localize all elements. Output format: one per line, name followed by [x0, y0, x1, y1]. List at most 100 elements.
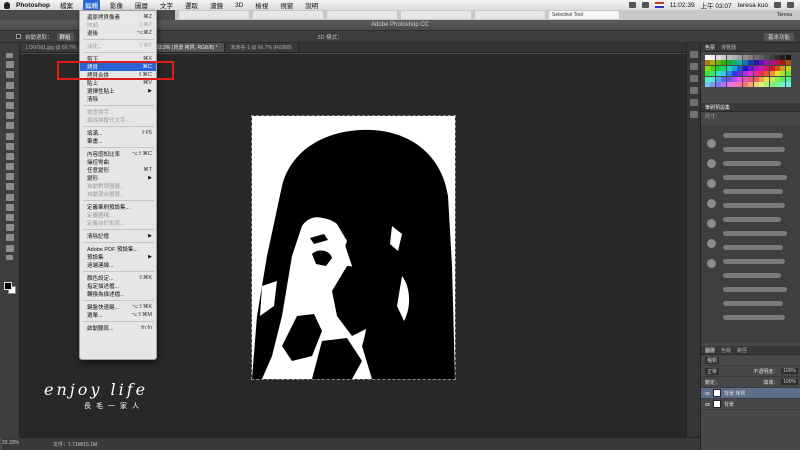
color-swatch[interactable] — [748, 71, 754, 77]
type-tool-icon[interactable] — [5, 203, 14, 211]
color-swatch[interactable] — [780, 71, 786, 77]
color-swatch[interactable] — [769, 55, 775, 60]
clock[interactable]: 11:02:39 — [670, 2, 695, 9]
color-swatch[interactable] — [705, 60, 710, 66]
color-swatch[interactable] — [737, 71, 743, 77]
color-swatch[interactable] — [710, 71, 716, 77]
edit-menu-item[interactable]: 定義筆刷預設集... — [80, 203, 156, 211]
clone-stamp-tool-icon[interactable] — [5, 132, 14, 140]
color-swatch[interactable] — [748, 81, 754, 87]
color-swatch[interactable] — [775, 71, 781, 77]
color-swatch[interactable] — [775, 55, 781, 60]
menu-select[interactable]: 選取 — [183, 0, 200, 10]
color-swatch[interactable] — [737, 65, 743, 71]
menu-edit[interactable]: 編輯 — [82, 0, 100, 10]
app-menu-photoshop[interactable]: Photoshop — [16, 2, 50, 9]
color-swatch[interactable] — [705, 65, 710, 71]
color-swatch[interactable] — [737, 55, 743, 60]
menu-help[interactable]: 說明 — [303, 0, 320, 10]
color-swatch[interactable] — [775, 60, 781, 66]
edit-menu-item[interactable]: 清除 — [80, 95, 156, 103]
tab-navigator[interactable]: 導覽器 — [721, 44, 736, 51]
brush-preset[interactable] — [707, 259, 716, 268]
list-icon[interactable] — [787, 2, 794, 8]
edit-menu-item[interactable]: 遠端連線... — [80, 261, 156, 269]
move-tool-icon[interactable] — [6, 53, 13, 58]
color-swatch[interactable] — [721, 55, 727, 60]
color-swatch[interactable] — [769, 71, 775, 77]
edit-menu-item[interactable]: 任意變形 ⌘T — [80, 166, 156, 174]
search-icon[interactable] — [774, 2, 781, 8]
tab-swatches[interactable]: 色票 — [705, 44, 715, 51]
color-swatch[interactable] — [737, 81, 743, 87]
color-swatch[interactable] — [715, 55, 721, 60]
color-swatch[interactable] — [726, 76, 732, 82]
gradient-tool-icon[interactable] — [5, 163, 14, 171]
opacity-input[interactable]: 100% — [781, 368, 798, 374]
brush-preset-list[interactable] — [701, 125, 800, 343]
color-swatch[interactable] — [710, 60, 716, 66]
brush-preset[interactable] — [707, 219, 716, 228]
brush-preset[interactable] — [723, 189, 783, 194]
paragraph-panel-icon[interactable] — [689, 87, 698, 94]
auto-select-checkbox[interactable] — [16, 34, 21, 39]
edit-menu-item[interactable]: 操控彎曲 — [80, 158, 156, 166]
fill-input[interactable]: 100% — [781, 379, 798, 385]
edit-menu-item[interactable]: Adobe PDF 預設集... — [80, 245, 156, 253]
color-swatch[interactable] — [715, 71, 721, 77]
pen-tool-icon[interactable] — [5, 193, 14, 201]
color-swatch[interactable] — [780, 60, 786, 66]
brush-preset[interactable] — [723, 259, 785, 264]
color-swatch[interactable] — [764, 60, 770, 66]
quick-select-tool-icon[interactable] — [5, 81, 14, 89]
menu-layer[interactable]: 圖層 — [133, 0, 150, 10]
color-swatch[interactable] — [758, 55, 764, 60]
color-swatch[interactable] — [726, 60, 732, 66]
color-swatch[interactable] — [769, 76, 775, 82]
zoom-level[interactable]: 33.33% — [2, 437, 20, 450]
edit-menu-item[interactable]: 鍵盤快速鍵... ⌥⇧⌘K — [80, 303, 156, 311]
browser-tab[interactable] — [401, 11, 471, 19]
eyedropper-tool-icon[interactable] — [5, 101, 14, 109]
brush-preset[interactable] — [723, 217, 781, 222]
color-swatch[interactable] — [764, 81, 770, 87]
color-swatch[interactable] — [742, 76, 748, 82]
color-swatch[interactable] — [785, 65, 791, 71]
menu-view[interactable]: 檢視 — [253, 0, 270, 10]
brush-preset[interactable] — [723, 147, 785, 152]
brush-preset[interactable] — [723, 161, 781, 166]
browser-user-chip[interactable]: Teresa — [777, 12, 792, 18]
color-swatch[interactable] — [726, 71, 732, 77]
brush-panel-icon[interactable] — [689, 99, 698, 106]
layer-name[interactable]: 背景 — [724, 401, 734, 408]
blend-mode-select[interactable]: 正常 — [705, 367, 720, 375]
brush-preset[interactable] — [723, 203, 785, 208]
brush-preset[interactable] — [723, 301, 783, 306]
edit-menu-item[interactable]: 選單... ⌥⇧⌘M — [80, 311, 156, 319]
wifi-icon[interactable] — [628, 2, 636, 8]
color-swatch[interactable] — [758, 71, 764, 77]
more-tools-icon[interactable] — [6, 254, 13, 260]
color-swatch[interactable] — [764, 76, 770, 82]
color-swatch[interactable] — [731, 60, 737, 66]
color-swatch[interactable] — [769, 60, 775, 66]
color-swatch[interactable] — [785, 60, 791, 66]
color-swatch[interactable] — [742, 60, 748, 66]
layer-name[interactable]: 背景 拷貝 — [724, 390, 745, 397]
color-swatch[interactable] — [742, 65, 748, 71]
color-swatch[interactable] — [780, 76, 786, 82]
color-swatch[interactable] — [710, 65, 716, 71]
zoom-tool-icon[interactable] — [5, 244, 14, 252]
menu-type[interactable]: 文字 — [158, 0, 175, 10]
color-swatch[interactable] — [731, 65, 737, 71]
history-panel-icon[interactable] — [689, 51, 698, 58]
color-swatch[interactable] — [721, 76, 727, 82]
shape-tool-icon[interactable] — [5, 224, 14, 232]
color-swatch[interactable] — [758, 81, 764, 87]
dodge-tool-icon[interactable] — [5, 183, 14, 191]
color-swatch[interactable] — [715, 65, 721, 71]
color-swatch[interactable] — [785, 81, 791, 87]
color-swatch[interactable] — [769, 65, 775, 71]
edit-menu-item[interactable]: 退後 ⌥⌘Z — [80, 29, 156, 37]
clone-source-panel-icon[interactable] — [689, 111, 698, 118]
